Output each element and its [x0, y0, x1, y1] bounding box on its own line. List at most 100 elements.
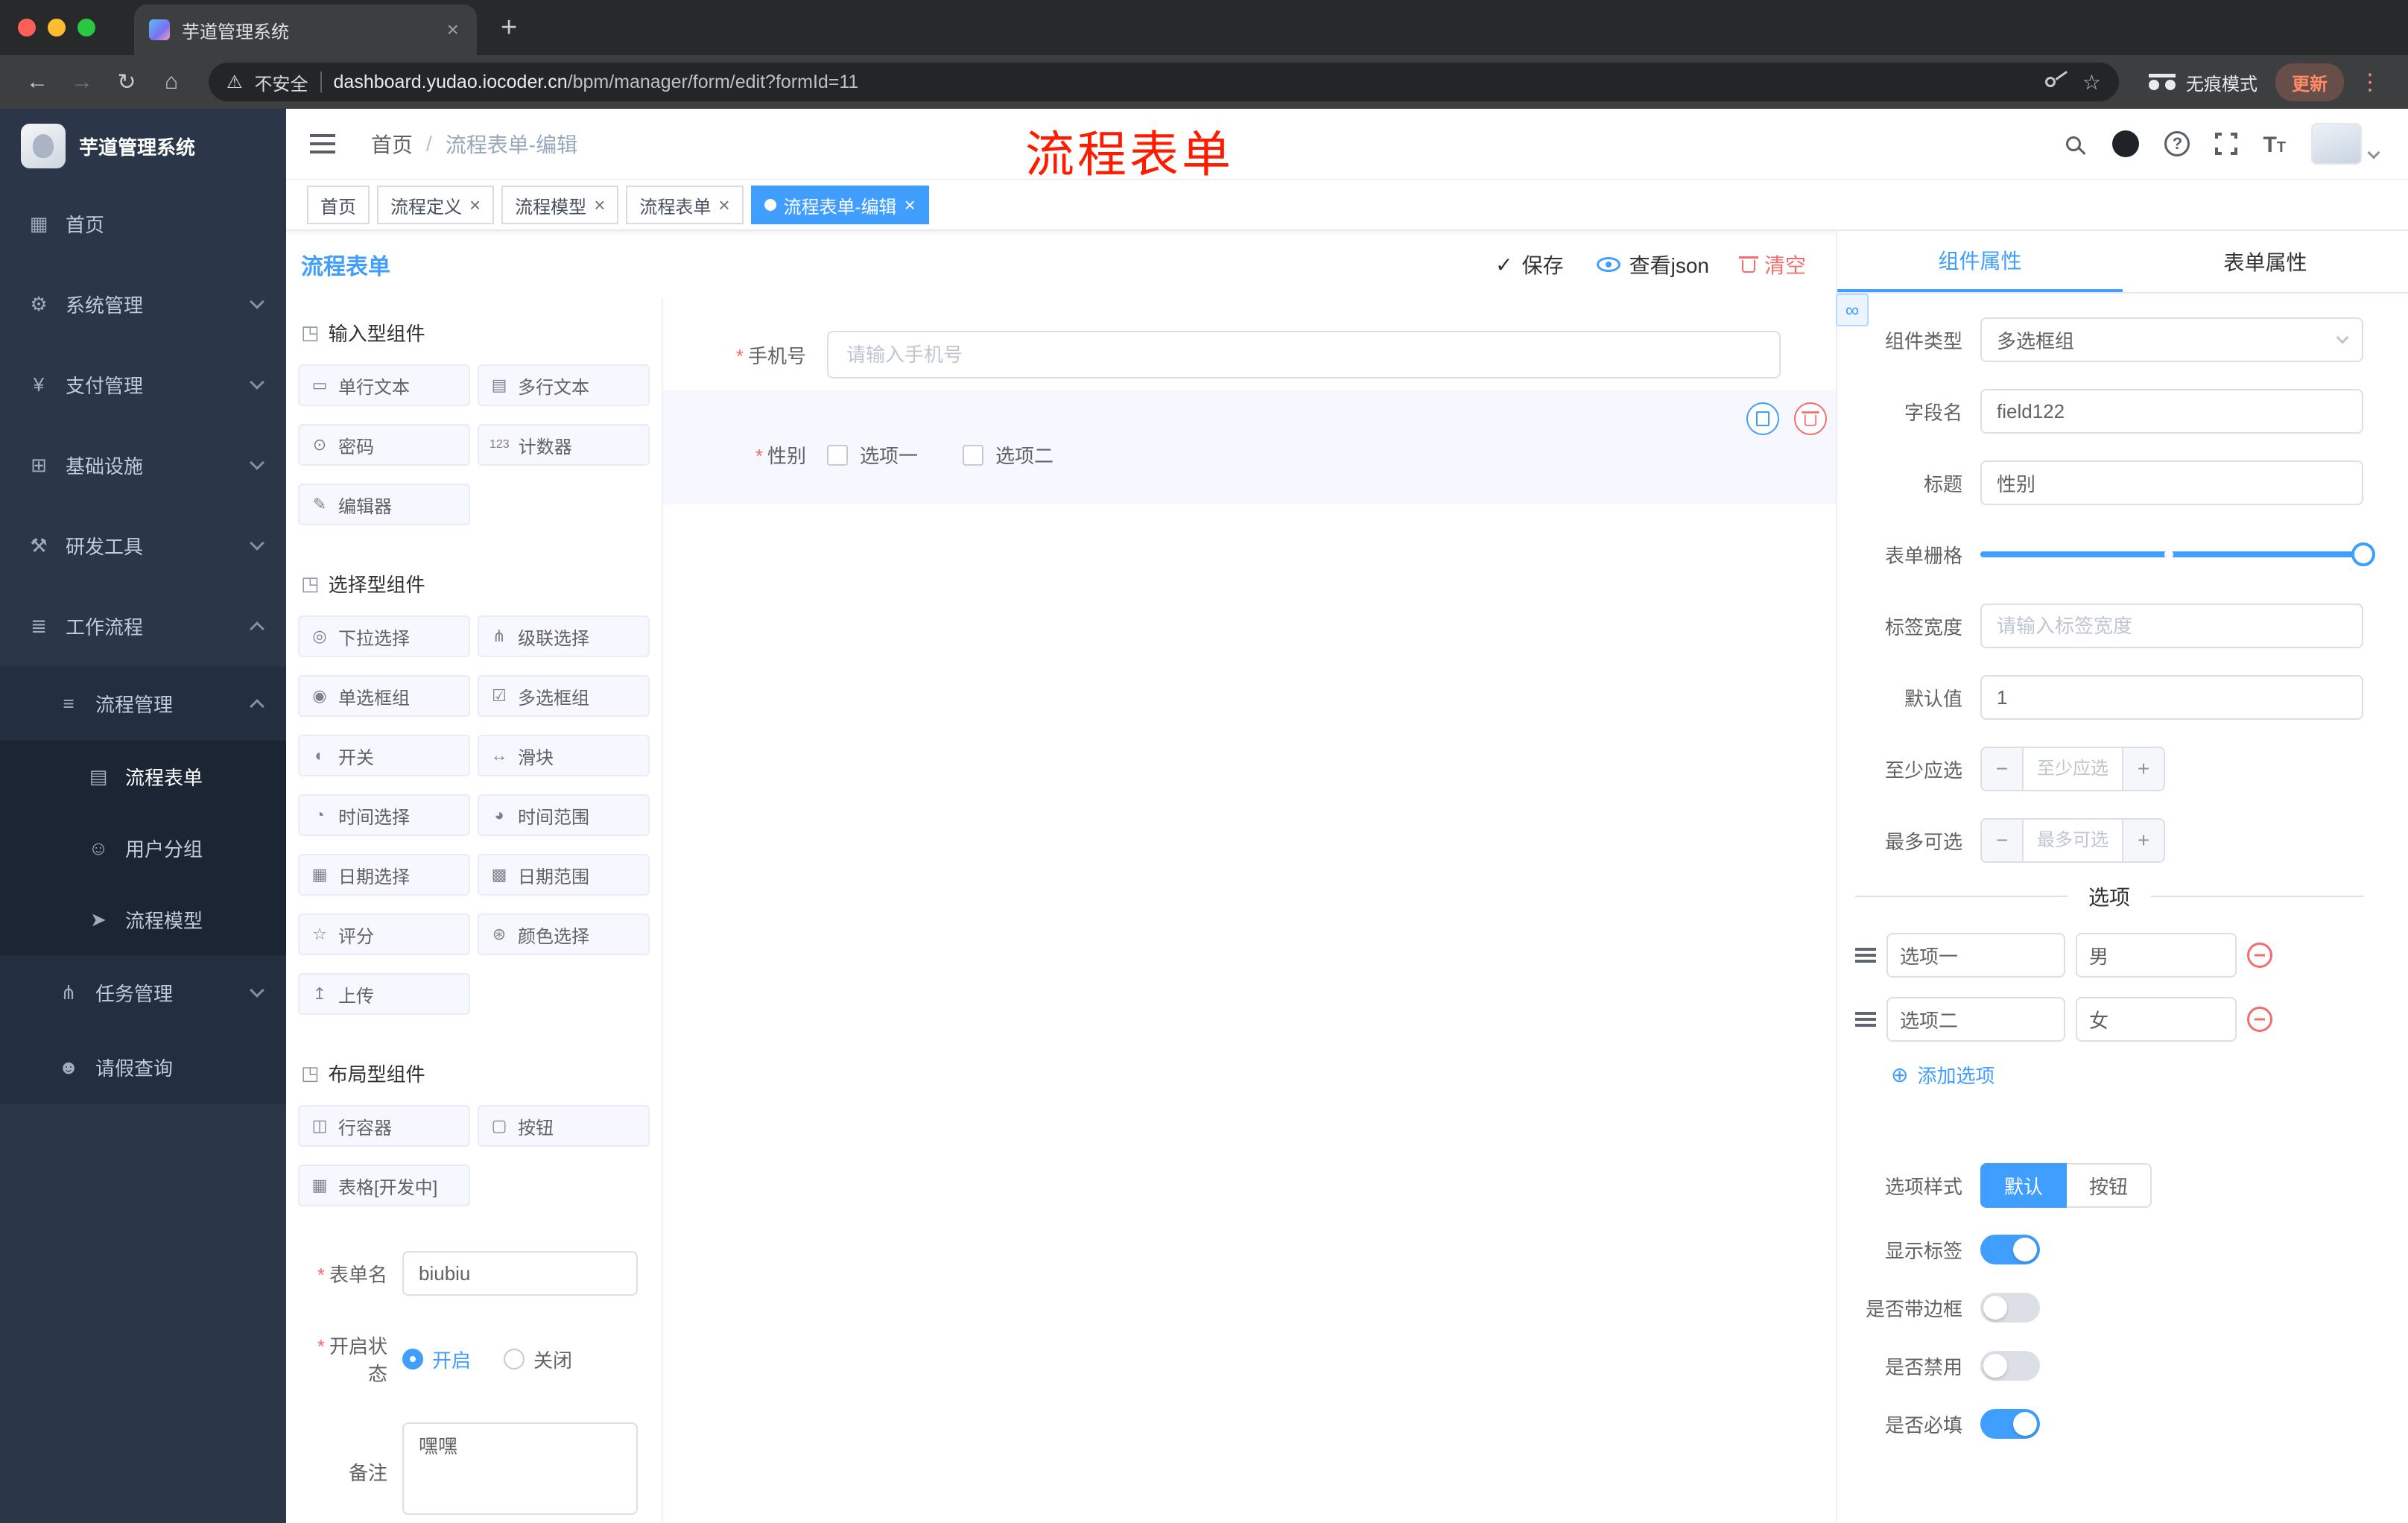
- slider-track[interactable]: [1980, 542, 2375, 566]
- gender-widget-selected[interactable]: 性别 选项一 选项二: [663, 390, 1836, 504]
- sidebar-item-task-management[interactable]: ⋔ 任务管理: [0, 955, 286, 1030]
- tag-process-form[interactable]: 流程表单 ×: [626, 186, 744, 224]
- bookmark-star-icon[interactable]: ☆: [2082, 70, 2101, 95]
- component-rate[interactable]: ☆ 评分: [298, 914, 470, 955]
- remove-option-icon[interactable]: [2247, 943, 2272, 968]
- tag-close-icon[interactable]: ×: [718, 195, 729, 215]
- form-remark-textarea[interactable]: 嘿嘿: [402, 1422, 638, 1515]
- option-value-input[interactable]: [2076, 997, 2237, 1042]
- style-default-button[interactable]: 默认: [1980, 1163, 2068, 1208]
- required-toggle[interactable]: [1980, 1409, 2040, 1439]
- new-tab-button[interactable]: +: [501, 13, 517, 42]
- delete-widget-button[interactable]: [1794, 402, 1827, 435]
- stepper-increase-button[interactable]: +: [2122, 748, 2164, 790]
- component-date-range[interactable]: ▩ 日期范围: [478, 854, 650, 896]
- tab-close-icon[interactable]: ×: [444, 18, 462, 42]
- password-key-icon[interactable]: [2043, 75, 2058, 89]
- update-button[interactable]: 更新: [2275, 63, 2344, 101]
- address-bar[interactable]: ⚠ 不安全 dashboard.yudao.iocoder.cn/bpm/man…: [209, 63, 2119, 101]
- tag-process-model[interactable]: 流程模型 ×: [501, 186, 619, 224]
- checkbox-icon[interactable]: [963, 444, 984, 466]
- show-label-toggle[interactable]: [1980, 1235, 2040, 1264]
- component-time-picker[interactable]: ◔ 时间选择: [298, 794, 470, 836]
- help-icon[interactable]: ?: [2164, 131, 2190, 156]
- component-switch[interactable]: ◐ 开关: [298, 735, 470, 776]
- component-dropdown[interactable]: ◎ 下拉选择: [298, 615, 470, 657]
- back-icon[interactable]: ←: [18, 69, 57, 95]
- browser-tab[interactable]: 芋道管理系统 ×: [134, 4, 477, 55]
- tab-component-props[interactable]: 组件属性: [1837, 231, 2123, 292]
- window-zoom-button[interactable]: [77, 19, 95, 37]
- link-field-button[interactable]: ∞: [1836, 294, 1869, 326]
- sidebar-item-process-management[interactable]: ≡ 流程管理: [0, 666, 286, 741]
- tag-process-form-edit[interactable]: 流程表单-编辑 ×: [750, 186, 929, 224]
- gender-option-1[interactable]: 选项一: [827, 441, 918, 469]
- stepper-decrease-button[interactable]: −: [1982, 748, 2024, 790]
- option-label-input[interactable]: [1886, 997, 2065, 1042]
- stepper-increase-button[interactable]: +: [2122, 820, 2164, 861]
- tag-close-icon[interactable]: ×: [469, 195, 481, 215]
- drag-handle-icon[interactable]: [1855, 1012, 1876, 1027]
- sidebar-item-user-groups[interactable]: ☺ 用户分组: [0, 812, 286, 884]
- border-toggle[interactable]: [1980, 1293, 2040, 1323]
- tab-form-props[interactable]: 表单属性: [2123, 231, 2408, 292]
- sidebar-item-process-model[interactable]: ➤ 流程模型: [0, 884, 286, 955]
- gender-option-2[interactable]: 选项二: [963, 441, 1054, 469]
- component-single-text[interactable]: ▭ 单行文本: [298, 364, 470, 406]
- user-menu[interactable]: [2311, 123, 2380, 165]
- phone-field-row[interactable]: 手机号: [663, 331, 1836, 379]
- field-name-input[interactable]: [1980, 389, 2363, 434]
- checkbox-icon[interactable]: [827, 444, 848, 466]
- browser-menu-icon[interactable]: ⋮: [2350, 69, 2390, 95]
- window-close-button[interactable]: [18, 19, 36, 37]
- component-button[interactable]: ▢ 按钮: [478, 1105, 650, 1147]
- font-size-icon[interactable]: TT: [2263, 130, 2286, 158]
- component-upload[interactable]: ↥ 上传: [298, 973, 470, 1015]
- window-minimize-button[interactable]: [48, 19, 66, 37]
- form-name-input[interactable]: [402, 1251, 638, 1296]
- max-select-input[interactable]: [2024, 820, 2122, 861]
- home-icon[interactable]: ⌂: [152, 69, 191, 95]
- component-row-container[interactable]: ◫ 行容器: [298, 1105, 470, 1147]
- fullscreen-icon[interactable]: [2212, 130, 2241, 158]
- sidebar-item-devtools[interactable]: ⚒ 研发工具: [0, 505, 286, 586]
- disabled-toggle[interactable]: [1980, 1351, 2040, 1381]
- option-value-input[interactable]: [2076, 933, 2237, 978]
- component-radio-group[interactable]: ◉ 单选框组: [298, 675, 470, 717]
- tag-close-icon[interactable]: ×: [594, 195, 605, 215]
- copy-widget-button[interactable]: [1746, 402, 1779, 435]
- phone-field-input[interactable]: [827, 331, 1781, 379]
- component-password[interactable]: ⊙ 密码: [298, 424, 470, 466]
- search-icon[interactable]: [2066, 136, 2082, 151]
- component-time-range[interactable]: ◕ 时间范围: [478, 794, 650, 836]
- component-counter[interactable]: 123 计数器: [478, 424, 650, 466]
- default-value-input[interactable]: [1980, 675, 2363, 720]
- component-checkbox-group[interactable]: ☑ 多选框组: [478, 675, 650, 717]
- component-slider[interactable]: ↔ 滑块: [478, 735, 650, 776]
- tag-process-definition[interactable]: 流程定义 ×: [377, 186, 495, 224]
- sidebar-item-home[interactable]: ▦ 首页: [0, 183, 286, 264]
- component-date-picker[interactable]: ▦ 日期选择: [298, 854, 470, 896]
- sidebar-item-payment[interactable]: ¥ 支付管理: [0, 344, 286, 425]
- clear-button[interactable]: 清空: [1738, 250, 1806, 279]
- drag-handle-icon[interactable]: [1855, 948, 1876, 963]
- tag-home[interactable]: 首页: [307, 186, 370, 224]
- component-editor[interactable]: ✎ 编辑器: [298, 484, 470, 525]
- component-table[interactable]: ▦ 表格[开发中]: [298, 1165, 470, 1206]
- forward-icon[interactable]: →: [63, 69, 101, 95]
- slider-handle[interactable]: [2351, 542, 2375, 566]
- design-canvas[interactable]: 手机号 性别: [663, 298, 1836, 1523]
- reload-icon[interactable]: ↻: [107, 69, 146, 95]
- breadcrumb-home[interactable]: 首页: [371, 129, 413, 159]
- github-icon[interactable]: [2112, 130, 2140, 157]
- title-input[interactable]: [1980, 460, 2363, 505]
- sidebar-item-process-form[interactable]: ▤ 流程表单: [0, 741, 286, 812]
- security-warning-icon[interactable]: ⚠: [226, 72, 243, 93]
- sidebar-item-infrastructure[interactable]: ⊞ 基础设施: [0, 425, 286, 505]
- style-button-button[interactable]: 按钮: [2067, 1163, 2152, 1208]
- sidebar-item-system[interactable]: ⚙ 系统管理: [0, 264, 286, 344]
- remove-option-icon[interactable]: [2247, 1007, 2272, 1032]
- tag-close-icon[interactable]: ×: [904, 195, 916, 215]
- view-json-button[interactable]: 查看json: [1596, 250, 1709, 279]
- avatar[interactable]: [2311, 123, 2362, 165]
